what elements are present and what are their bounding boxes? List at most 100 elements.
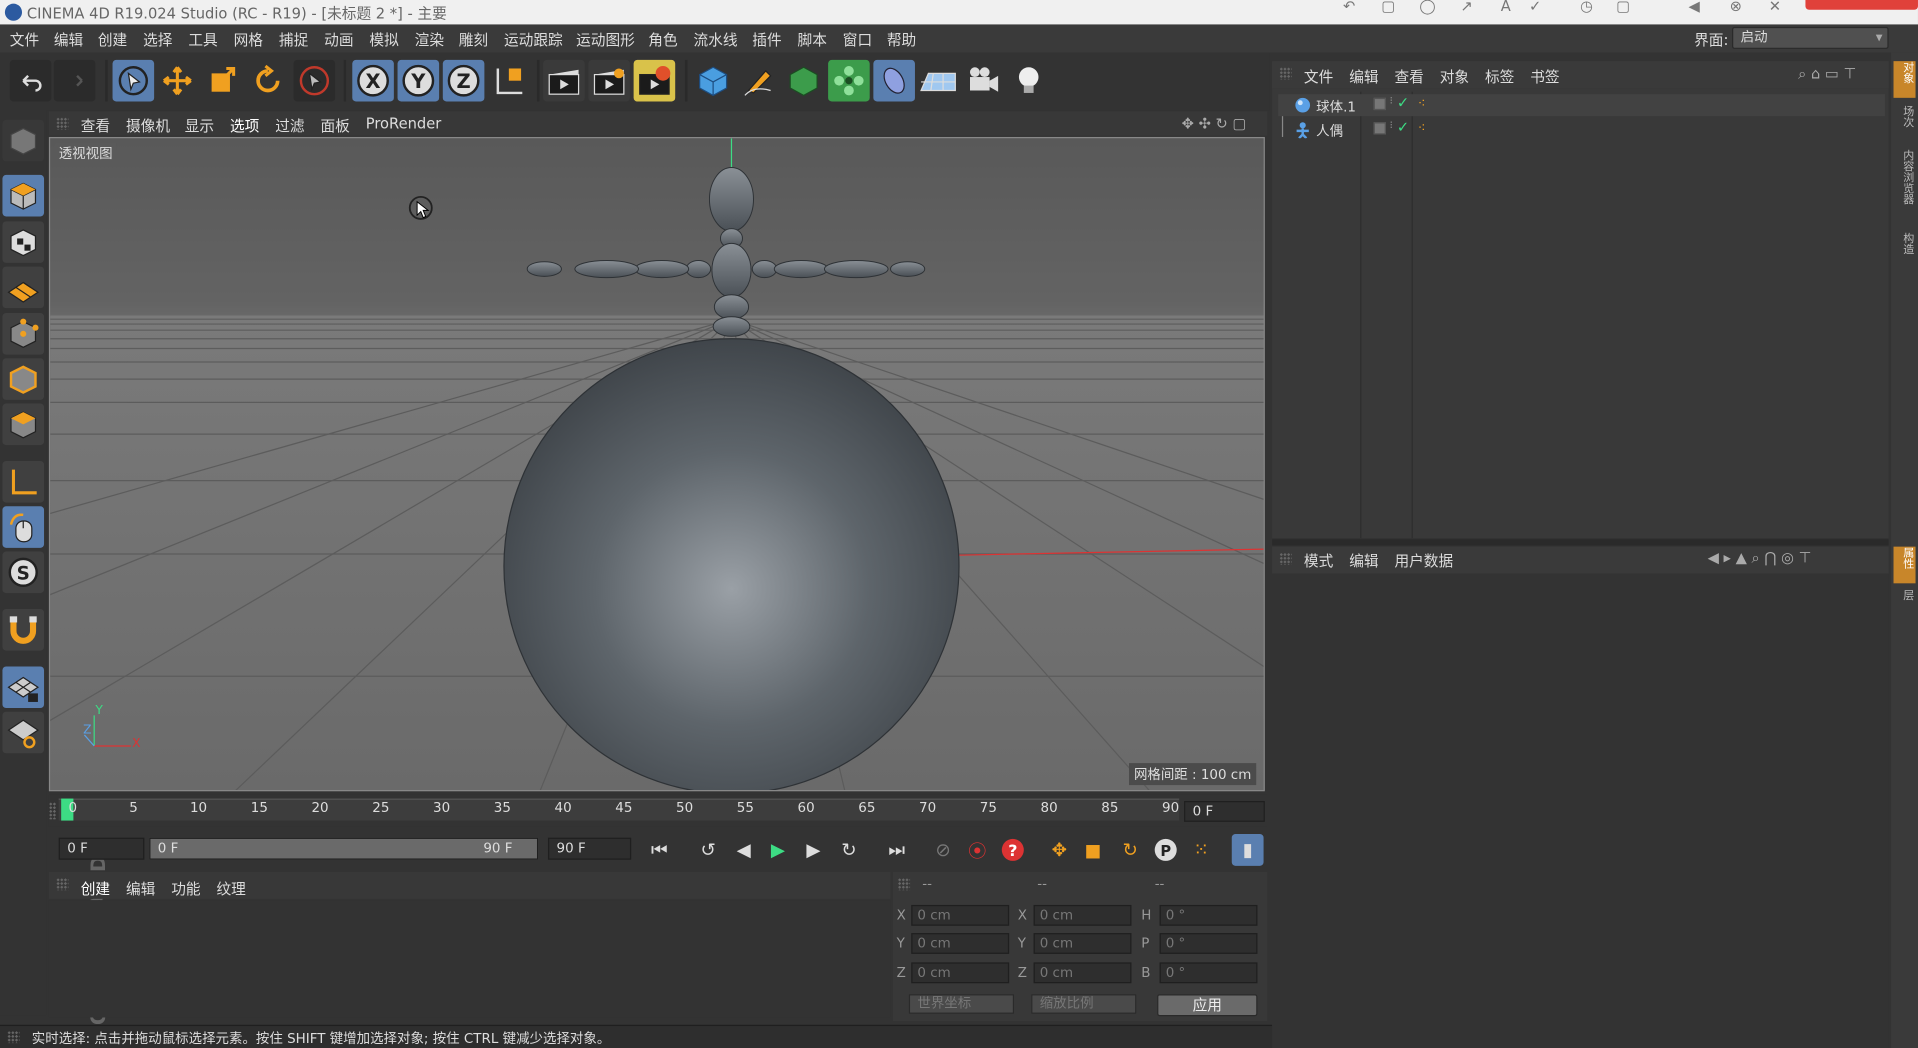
object-menu-objects[interactable]: 对象 xyxy=(1440,66,1469,87)
viewport-menu-view[interactable]: 查看 xyxy=(81,115,110,136)
object-menu-tags[interactable]: 标签 xyxy=(1485,66,1514,87)
key-scale-button[interactable] xyxy=(1079,834,1111,866)
enabled-check-icon[interactable]: ✓ xyxy=(1397,94,1409,111)
tweak-mode-button[interactable] xyxy=(2,506,45,548)
go-to-start-button[interactable]: ⏮ xyxy=(643,834,675,866)
viewport-menu-filter[interactable]: 过滤 xyxy=(275,115,304,136)
drag-handle-icon[interactable] xyxy=(897,878,911,891)
viewport-name-label[interactable]: 透视视图 xyxy=(55,143,117,163)
object-manager-tool-icons[interactable]: ⌕ ⌂ ▭ ⊤ xyxy=(1798,65,1856,83)
timeline-window-button[interactable]: ▮ xyxy=(1231,834,1264,866)
locked-workplane-button[interactable] xyxy=(2,666,45,709)
rotation-p-field[interactable]: 0 ° xyxy=(1159,933,1258,954)
drag-handle-icon[interactable] xyxy=(56,117,69,130)
edges-mode-button[interactable] xyxy=(2,358,45,400)
object-menu-edit[interactable]: 编辑 xyxy=(1349,66,1378,87)
x-axis-button[interactable]: X xyxy=(352,59,394,102)
close-icon[interactable]: ✕ xyxy=(1766,0,1783,15)
window-tool-icon[interactable]: ◷ xyxy=(1578,0,1595,15)
drag-handle-icon[interactable] xyxy=(1279,552,1292,565)
menu-window[interactable]: 窗口 xyxy=(843,29,872,50)
key-parameter-button[interactable]: P xyxy=(1150,834,1182,866)
menu-simulate[interactable]: 模拟 xyxy=(369,29,398,50)
layer-icon[interactable] xyxy=(1373,122,1386,135)
material-menu-edit[interactable]: 编辑 xyxy=(126,878,155,899)
window-tool-icon[interactable]: ⊗ xyxy=(1727,0,1744,15)
attribute-manager-tool-icons[interactable]: ◀ ▸ ▲ ⌕ ⋂ ◎ ⊤ xyxy=(1708,549,1812,567)
viewport-menu-prorender[interactable]: ProRender xyxy=(366,115,442,132)
object-name[interactable]: 球体.1 xyxy=(1316,97,1356,117)
menu-tools[interactable]: 工具 xyxy=(188,29,217,50)
tab-takes[interactable]: 场次 xyxy=(1894,105,1916,142)
menu-mesh[interactable]: 网格 xyxy=(234,29,263,50)
material-list[interactable] xyxy=(48,900,891,1018)
max-time-field[interactable]: 90 F xyxy=(547,837,632,860)
window-tool-icon[interactable]: ↶ xyxy=(1341,0,1358,15)
menu-file[interactable]: 文件 xyxy=(10,29,39,50)
deformer-button[interactable] xyxy=(873,59,915,102)
redo-button[interactable] xyxy=(53,59,96,102)
coordinate-system-dropdown[interactable]: 世界坐标 xyxy=(908,994,1015,1014)
tab-structure[interactable]: 构造 xyxy=(1894,232,1916,269)
tab-content-browser[interactable]: 内容浏览器 xyxy=(1894,149,1916,227)
object-menu-file[interactable]: 文件 xyxy=(1304,66,1333,87)
viewport-menu-camera[interactable]: 摄像机 xyxy=(126,115,170,136)
previous-frame-button[interactable]: ◀ xyxy=(728,834,760,866)
go-to-end-button[interactable]: ⏭ xyxy=(881,834,913,866)
play-button[interactable]: ▶ xyxy=(762,834,794,866)
undo-button[interactable] xyxy=(9,59,52,102)
tab-attributes[interactable]: 属性 xyxy=(1893,546,1916,584)
recent-tool-button[interactable] xyxy=(293,59,336,102)
menu-pipeline[interactable]: 流水线 xyxy=(694,29,738,50)
menu-script[interactable]: 脚本 xyxy=(798,29,827,50)
record-active-button[interactable]: ⊘ xyxy=(927,834,959,866)
min-time-field[interactable]: 0 F xyxy=(58,837,145,860)
drag-handle-icon[interactable] xyxy=(1279,67,1292,80)
keyframe-selection-button[interactable]: ? xyxy=(997,834,1029,866)
menu-sculpt[interactable]: 雕刻 xyxy=(459,29,488,50)
current-frame-field[interactable]: 0 F xyxy=(1184,800,1265,822)
panel-splitter[interactable] xyxy=(1272,539,1889,546)
workplane-mode-button[interactable] xyxy=(2,266,45,309)
position-z-field[interactable]: 0 cm xyxy=(911,962,1010,984)
tab-layers[interactable]: 层 xyxy=(1894,589,1916,616)
size-x-field[interactable]: 0 cm xyxy=(1033,904,1132,926)
model-mode-button[interactable] xyxy=(2,174,45,217)
window-tool-icon[interactable]: ▢ xyxy=(1380,0,1397,15)
solo-button[interactable]: S xyxy=(2,551,45,594)
material-menu-create[interactable]: 创建 xyxy=(81,878,110,899)
menu-render[interactable]: 渲染 xyxy=(415,29,444,50)
window-tool-icon[interactable]: ◯ xyxy=(1419,0,1436,15)
window-tool-icon[interactable]: ▢ xyxy=(1615,0,1632,15)
render-settings-button[interactable] xyxy=(633,59,676,102)
camera-button[interactable] xyxy=(963,60,1005,102)
viewport-menu-display[interactable]: 显示 xyxy=(185,115,214,136)
position-y-field[interactable]: 0 cm xyxy=(911,933,1010,954)
window-tool-icon[interactable]: ◀ xyxy=(1686,0,1703,15)
position-x-field[interactable]: 0 cm xyxy=(911,904,1010,926)
light-button[interactable] xyxy=(1008,60,1050,102)
viewport-nav-icons[interactable]: ✥ ✣ ↻ ▢ xyxy=(1182,115,1247,132)
points-mode-button[interactable] xyxy=(2,313,45,355)
interface-select[interactable]: 启动 xyxy=(1732,26,1889,49)
axis-mode-button[interactable] xyxy=(2,461,45,503)
object-row-figure[interactable]: 人偶 ⁝ ✓ ⁖ xyxy=(1278,119,1885,141)
move-button[interactable] xyxy=(157,60,199,102)
key-pla-button[interactable]: ⁙ xyxy=(1185,834,1217,866)
material-menu-texture[interactable]: 纹理 xyxy=(217,878,246,899)
size-y-field[interactable]: 0 cm xyxy=(1033,933,1132,954)
object-menu-view[interactable]: 查看 xyxy=(1394,66,1423,87)
planar-workplane-button[interactable] xyxy=(2,711,45,754)
menu-help[interactable]: 帮助 xyxy=(887,29,916,50)
object-name[interactable]: 人偶 xyxy=(1316,121,1343,141)
pen-button[interactable] xyxy=(738,60,780,102)
object-menu-bookmarks[interactable]: 书签 xyxy=(1530,66,1559,87)
material-menu-function[interactable]: 功能 xyxy=(171,878,200,899)
render-picture-viewer-button[interactable] xyxy=(588,59,630,102)
scale-button[interactable] xyxy=(202,60,244,102)
live-select-button[interactable] xyxy=(112,59,155,102)
record-button[interactable] xyxy=(1805,0,1918,10)
drag-handle-icon[interactable] xyxy=(7,1030,20,1044)
apply-button[interactable]: 应用 xyxy=(1157,994,1258,1017)
perspective-viewport[interactable]: 透视视图 Y X Z 网格间距 : 100 cm xyxy=(48,136,1265,792)
